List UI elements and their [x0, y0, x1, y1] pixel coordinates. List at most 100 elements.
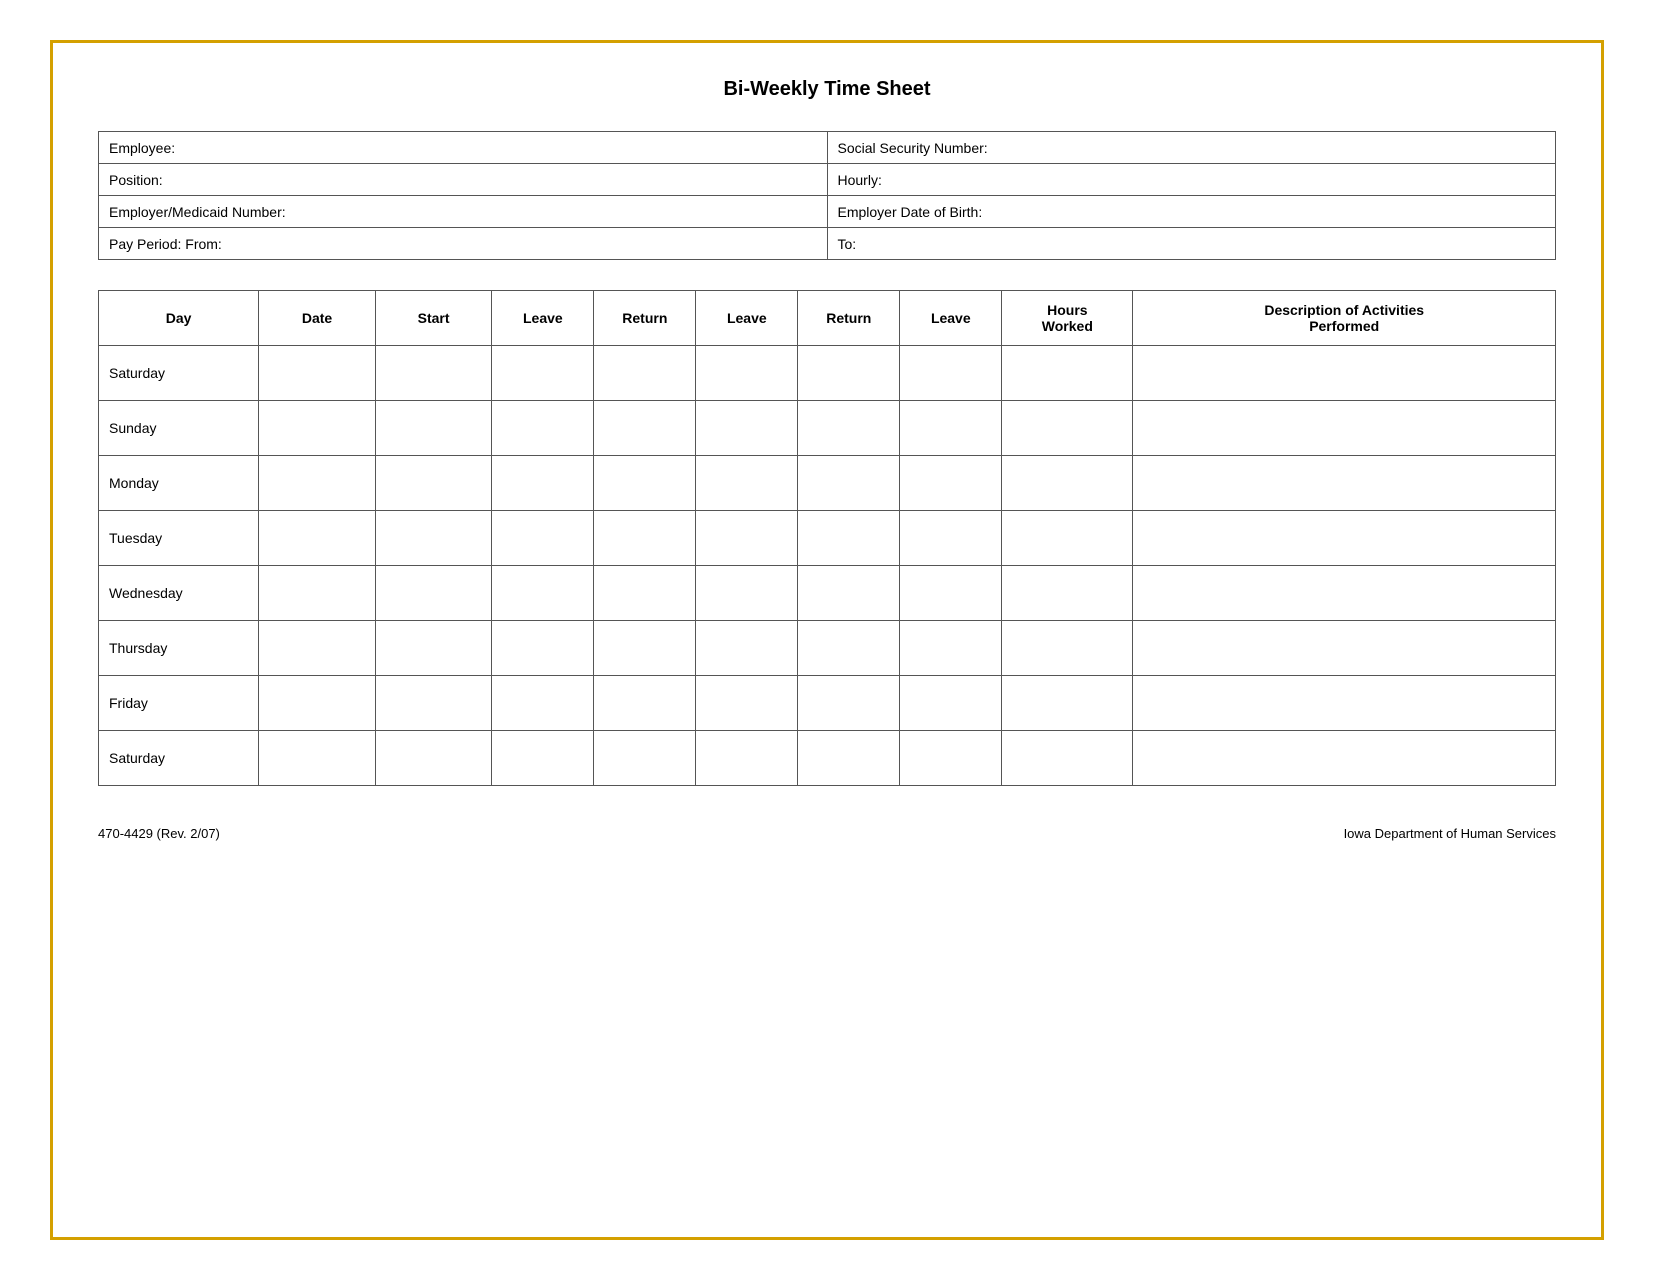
cell-leave3 [900, 676, 1002, 731]
cell-leave1 [492, 456, 594, 511]
cell-hours [1002, 511, 1133, 566]
cell-date [259, 401, 376, 456]
cell-start [375, 511, 492, 566]
cell-leave3 [900, 346, 1002, 401]
column-header-return1: Return [594, 291, 696, 346]
cell-return2 [798, 401, 900, 456]
cell-hours [1002, 676, 1133, 731]
cell-return1 [594, 401, 696, 456]
cell-return2 [798, 731, 900, 786]
info-right-label: Hourly: [827, 164, 1556, 196]
cell-leave3 [900, 566, 1002, 621]
cell-leave1 [492, 511, 594, 566]
cell-start [375, 456, 492, 511]
cell-day: Sunday [99, 401, 259, 456]
cell-desc [1133, 676, 1556, 731]
info-right-label: Social Security Number: [827, 132, 1556, 164]
table-row: Saturday [99, 346, 1556, 401]
cell-leave3 [900, 456, 1002, 511]
column-header-start: Start [375, 291, 492, 346]
cell-day: Saturday [99, 731, 259, 786]
info-table: Employee:Social Security Number:Position… [98, 131, 1556, 260]
cell-return1 [594, 346, 696, 401]
table-row: Friday [99, 676, 1556, 731]
cell-leave3 [900, 621, 1002, 676]
cell-start [375, 566, 492, 621]
info-left-label: Employer/Medicaid Number: [99, 196, 828, 228]
cell-start [375, 401, 492, 456]
info-row: Position:Hourly: [99, 164, 1556, 196]
cell-leave2 [696, 401, 798, 456]
cell-date [259, 456, 376, 511]
cell-return2 [798, 511, 900, 566]
column-header-leave1: Leave [492, 291, 594, 346]
column-header-hours: HoursWorked [1002, 291, 1133, 346]
info-left-label: Employee: [99, 132, 828, 164]
cell-hours [1002, 731, 1133, 786]
cell-leave1 [492, 401, 594, 456]
cell-start [375, 731, 492, 786]
cell-return2 [798, 456, 900, 511]
cell-leave2 [696, 511, 798, 566]
table-row: Sunday [99, 401, 1556, 456]
footer-left: 470-4429 (Rev. 2/07) [98, 826, 220, 841]
cell-day: Thursday [99, 621, 259, 676]
info-left-label: Position: [99, 164, 828, 196]
cell-return1 [594, 456, 696, 511]
cell-start [375, 676, 492, 731]
info-row: Employee:Social Security Number: [99, 132, 1556, 164]
cell-day: Tuesday [99, 511, 259, 566]
info-right-label: To: [827, 228, 1556, 260]
cell-leave1 [492, 676, 594, 731]
cell-return1 [594, 511, 696, 566]
table-row: Saturday [99, 731, 1556, 786]
cell-hours [1002, 401, 1133, 456]
cell-start [375, 346, 492, 401]
cell-hours [1002, 346, 1133, 401]
cell-hours [1002, 621, 1133, 676]
column-header-leave2: Leave [696, 291, 798, 346]
table-row: Monday [99, 456, 1556, 511]
cell-return1 [594, 566, 696, 621]
cell-desc [1133, 346, 1556, 401]
cell-return1 [594, 676, 696, 731]
table-row: Thursday [99, 621, 1556, 676]
cell-return2 [798, 346, 900, 401]
cell-leave2 [696, 346, 798, 401]
cell-day: Wednesday [99, 566, 259, 621]
cell-leave2 [696, 621, 798, 676]
cell-hours [1002, 566, 1133, 621]
info-row: Employer/Medicaid Number:Employer Date o… [99, 196, 1556, 228]
cell-start [375, 621, 492, 676]
column-header-day: Day [99, 291, 259, 346]
cell-date [259, 621, 376, 676]
footer: 470-4429 (Rev. 2/07) Iowa Department of … [98, 826, 1556, 841]
info-left-label: Pay Period: From: [99, 228, 828, 260]
cell-date [259, 676, 376, 731]
cell-desc [1133, 731, 1556, 786]
cell-desc [1133, 566, 1556, 621]
cell-leave2 [696, 456, 798, 511]
cell-desc [1133, 511, 1556, 566]
cell-date [259, 566, 376, 621]
cell-leave3 [900, 401, 1002, 456]
cell-return2 [798, 621, 900, 676]
cell-date [259, 346, 376, 401]
cell-leave3 [900, 731, 1002, 786]
cell-day: Friday [99, 676, 259, 731]
cell-leave3 [900, 511, 1002, 566]
table-row: Wednesday [99, 566, 1556, 621]
cell-return1 [594, 621, 696, 676]
cell-leave1 [492, 621, 594, 676]
cell-return2 [798, 566, 900, 621]
column-header-return2: Return [798, 291, 900, 346]
cell-day: Monday [99, 456, 259, 511]
cell-leave2 [696, 566, 798, 621]
cell-day: Saturday [99, 346, 259, 401]
cell-hours [1002, 456, 1133, 511]
cell-date [259, 511, 376, 566]
table-row: Tuesday [99, 511, 1556, 566]
cell-leave1 [492, 566, 594, 621]
cell-desc [1133, 401, 1556, 456]
cell-desc [1133, 621, 1556, 676]
